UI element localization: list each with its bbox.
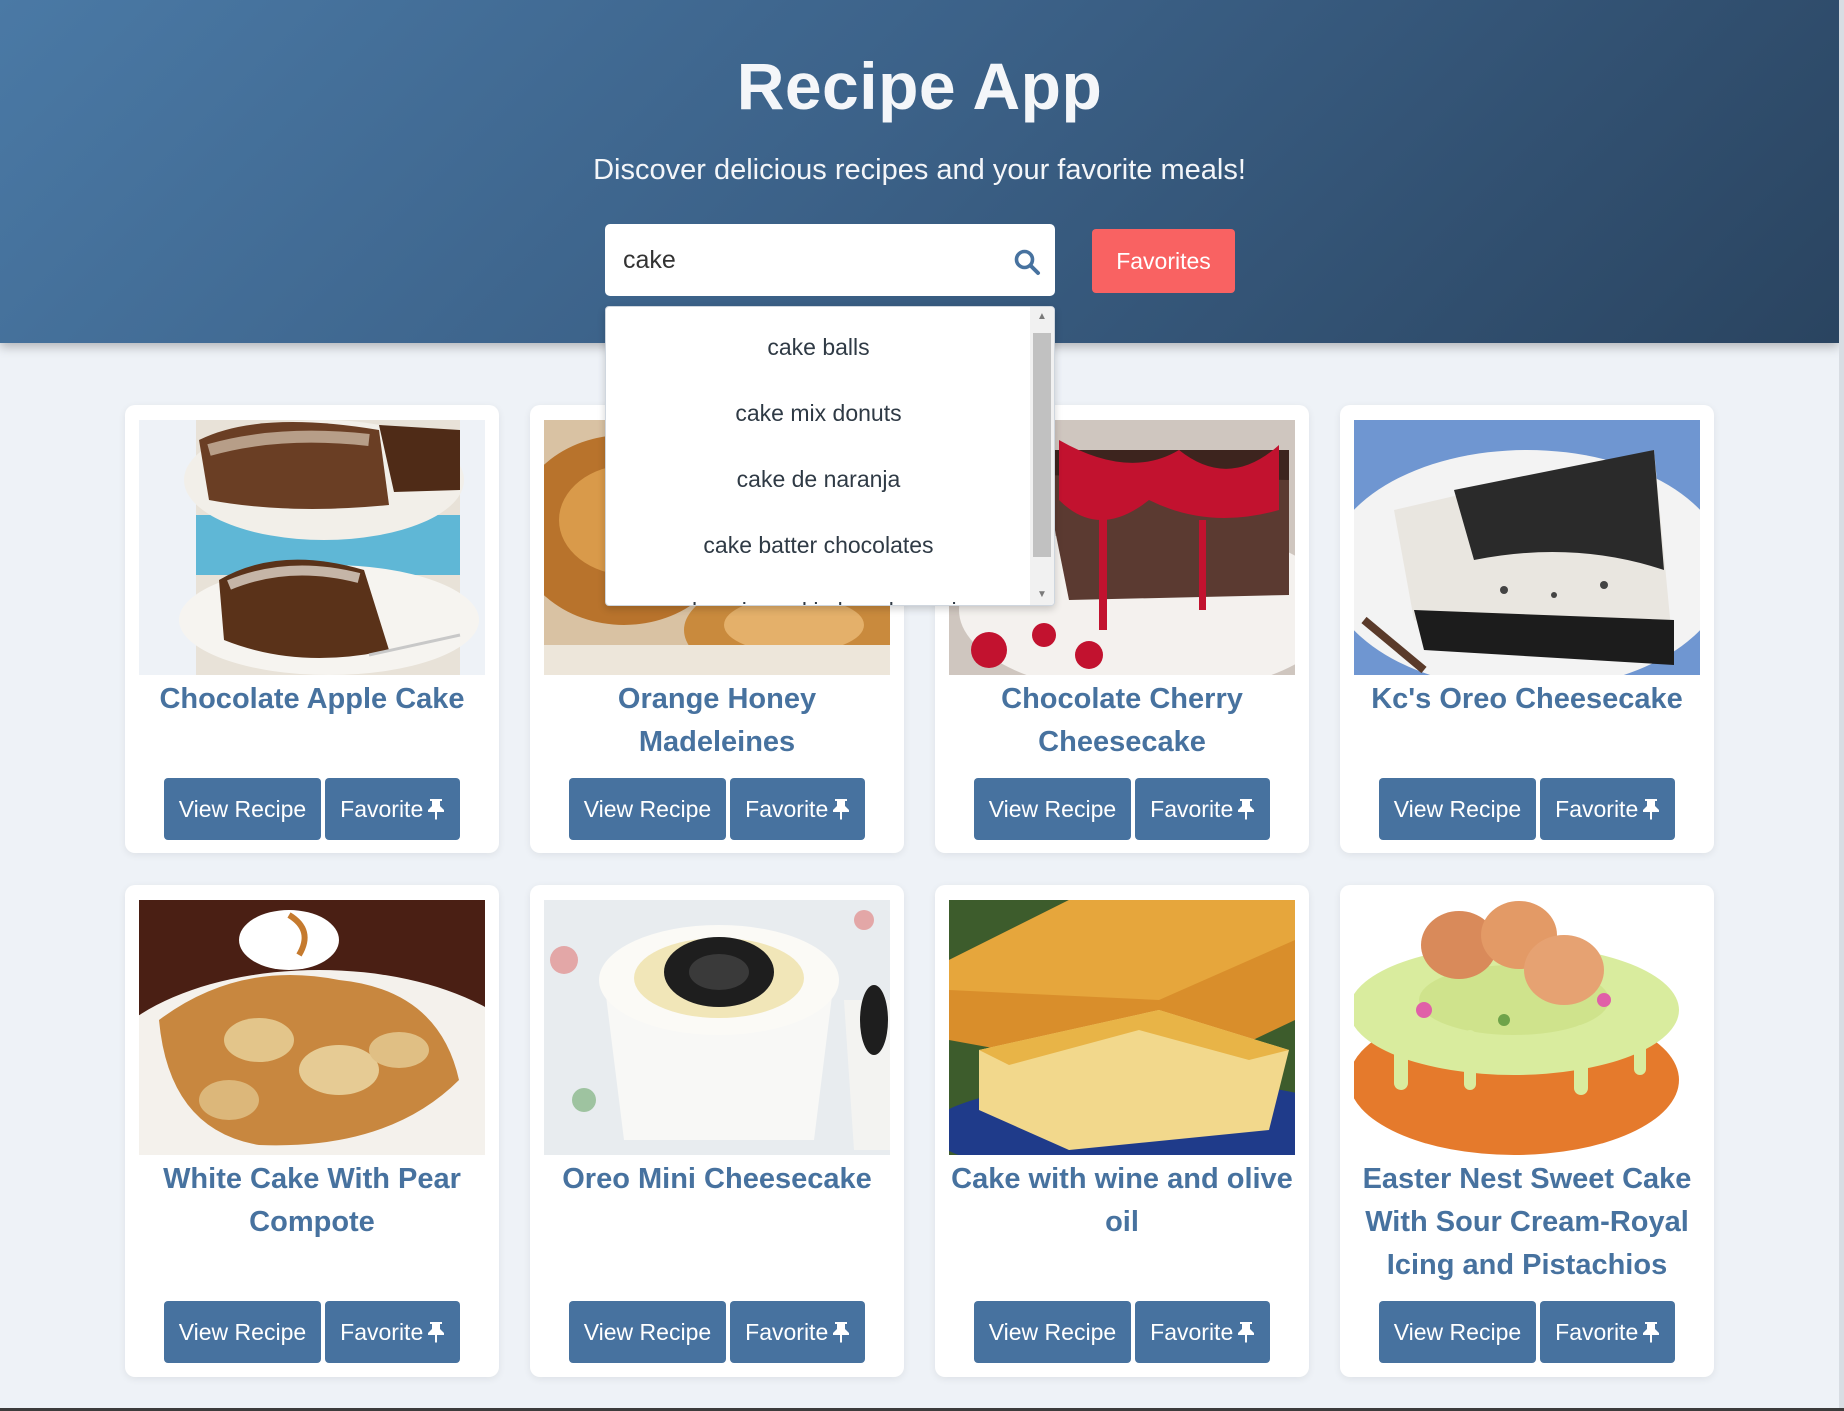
card-actions: View Recipe Favorite <box>125 778 499 840</box>
recipe-card: White Cake With Pear Compote View Recipe… <box>125 885 499 1377</box>
view-recipe-button[interactable]: View Recipe <box>973 1301 1132 1363</box>
recipe-title: Kc's Oreo Cheesecake <box>1371 683 1683 715</box>
recipe-image <box>139 420 485 675</box>
recipe-image <box>1354 900 1700 1155</box>
app-subtitle: Discover delicious recipes and your favo… <box>593 154 1246 186</box>
suggestion-item[interactable]: cake mix cookie bars brownie <box>606 578 1031 605</box>
view-recipe-button[interactable]: View Recipe <box>568 778 727 840</box>
card-actions: View Recipe Favorite <box>1340 778 1714 840</box>
scroll-up-arrow-icon[interactable]: ▲ <box>1030 307 1054 327</box>
favorite-label: Favorite <box>745 796 829 822</box>
card-actions: View Recipe Favorite <box>530 1301 904 1363</box>
suggestion-item[interactable]: cake balls <box>606 314 1031 380</box>
view-recipe-button[interactable]: View Recipe <box>1378 1301 1537 1363</box>
search-input[interactable] <box>623 224 993 296</box>
view-recipe-button[interactable]: View Recipe <box>568 1301 727 1363</box>
favorites-button[interactable]: Favorites <box>1092 229 1235 293</box>
recipe-card: Easter Nest Sweet Cake With Sour Cream-R… <box>1340 885 1714 1377</box>
recipe-image <box>139 900 485 1155</box>
recipe-card: Oreo Mini Cheesecake View Recipe Favorite <box>530 885 904 1377</box>
card-actions: View Recipe Favorite <box>935 1301 1309 1363</box>
recipe-app-page: Recipe App Discover delicious recipes an… <box>0 0 1844 1411</box>
pin-icon <box>1238 1322 1255 1343</box>
suggestion-item[interactable]: cake de naranja <box>606 446 1031 512</box>
favorite-label: Favorite <box>1555 1319 1639 1345</box>
recipe-image <box>544 900 890 1155</box>
recipe-title: Oreo Mini Cheesecake <box>562 1163 872 1195</box>
pin-icon <box>833 1322 850 1343</box>
recipe-title: Chocolate Apple Cake <box>159 683 465 715</box>
app-title: Recipe App <box>736 49 1103 123</box>
dropdown-scrollbar[interactable]: ▲ ▼ <box>1030 307 1054 605</box>
search-box[interactable] <box>605 224 1055 296</box>
pin-icon <box>1238 799 1255 820</box>
favorite-button[interactable]: Favorite <box>1135 1301 1271 1363</box>
pin-icon <box>428 799 445 820</box>
favorite-button[interactable]: Favorite <box>1540 1301 1676 1363</box>
favorite-button[interactable]: Favorite <box>1540 778 1676 840</box>
pin-icon <box>1643 1322 1660 1343</box>
search-icon[interactable] <box>1013 248 1041 276</box>
recipe-title: White Cake With Pear Compote <box>163 1163 461 1238</box>
suggestion-item[interactable]: cake batter chocolates <box>606 512 1031 578</box>
favorite-label: Favorite <box>340 1319 424 1345</box>
view-recipe-button[interactable]: View Recipe <box>163 778 322 840</box>
pin-icon <box>833 799 850 820</box>
favorite-label: Favorite <box>340 796 424 822</box>
favorite-button[interactable]: Favorite <box>1135 778 1271 840</box>
favorite-button[interactable]: Favorite <box>730 778 866 840</box>
card-actions: View Recipe Favorite <box>1340 1301 1714 1363</box>
scrollbar-thumb[interactable] <box>1033 333 1051 557</box>
view-recipe-button[interactable]: View Recipe <box>973 778 1132 840</box>
favorite-label: Favorite <box>1150 796 1234 822</box>
favorite-label: Favorite <box>745 1319 829 1345</box>
recipe-card: Kc's Oreo Cheesecake View Recipe Favorite <box>1340 405 1714 853</box>
recipe-card: Chocolate Apple Cake View Recipe Favorite <box>125 405 499 853</box>
recipe-image <box>1354 420 1700 675</box>
scroll-down-arrow-icon[interactable]: ▼ <box>1030 585 1054 605</box>
recipe-title: Chocolate Cherry Cheesecake <box>1001 683 1243 758</box>
favorite-label: Favorite <box>1150 1319 1234 1345</box>
favorite-label: Favorite <box>1555 796 1639 822</box>
search-suggestions-dropdown: cake balls cake mix donuts cake de naran… <box>605 306 1055 606</box>
suggestion-item[interactable]: cake mix donuts <box>606 380 1031 446</box>
pin-icon <box>1643 799 1660 820</box>
card-actions: View Recipe Favorite <box>935 778 1309 840</box>
pin-icon <box>428 1322 445 1343</box>
recipe-title: Easter Nest Sweet Cake With Sour Cream-R… <box>1362 1163 1692 1281</box>
recipe-title: Orange Honey Madeleines <box>617 683 817 758</box>
card-actions: View Recipe Favorite <box>530 778 904 840</box>
view-recipe-button[interactable]: View Recipe <box>1378 778 1537 840</box>
recipe-title: Cake with wine and olive oil <box>951 1163 1293 1238</box>
page-scrollbar[interactable] <box>1839 0 1844 1411</box>
recipe-card: Cake with wine and olive oil View Recipe… <box>935 885 1309 1377</box>
card-actions: View Recipe Favorite <box>125 1301 499 1363</box>
recipe-image <box>949 900 1295 1155</box>
favorite-button[interactable]: Favorite <box>325 1301 461 1363</box>
view-recipe-button[interactable]: View Recipe <box>163 1301 322 1363</box>
favorite-button[interactable]: Favorite <box>325 778 461 840</box>
favorite-button[interactable]: Favorite <box>730 1301 866 1363</box>
